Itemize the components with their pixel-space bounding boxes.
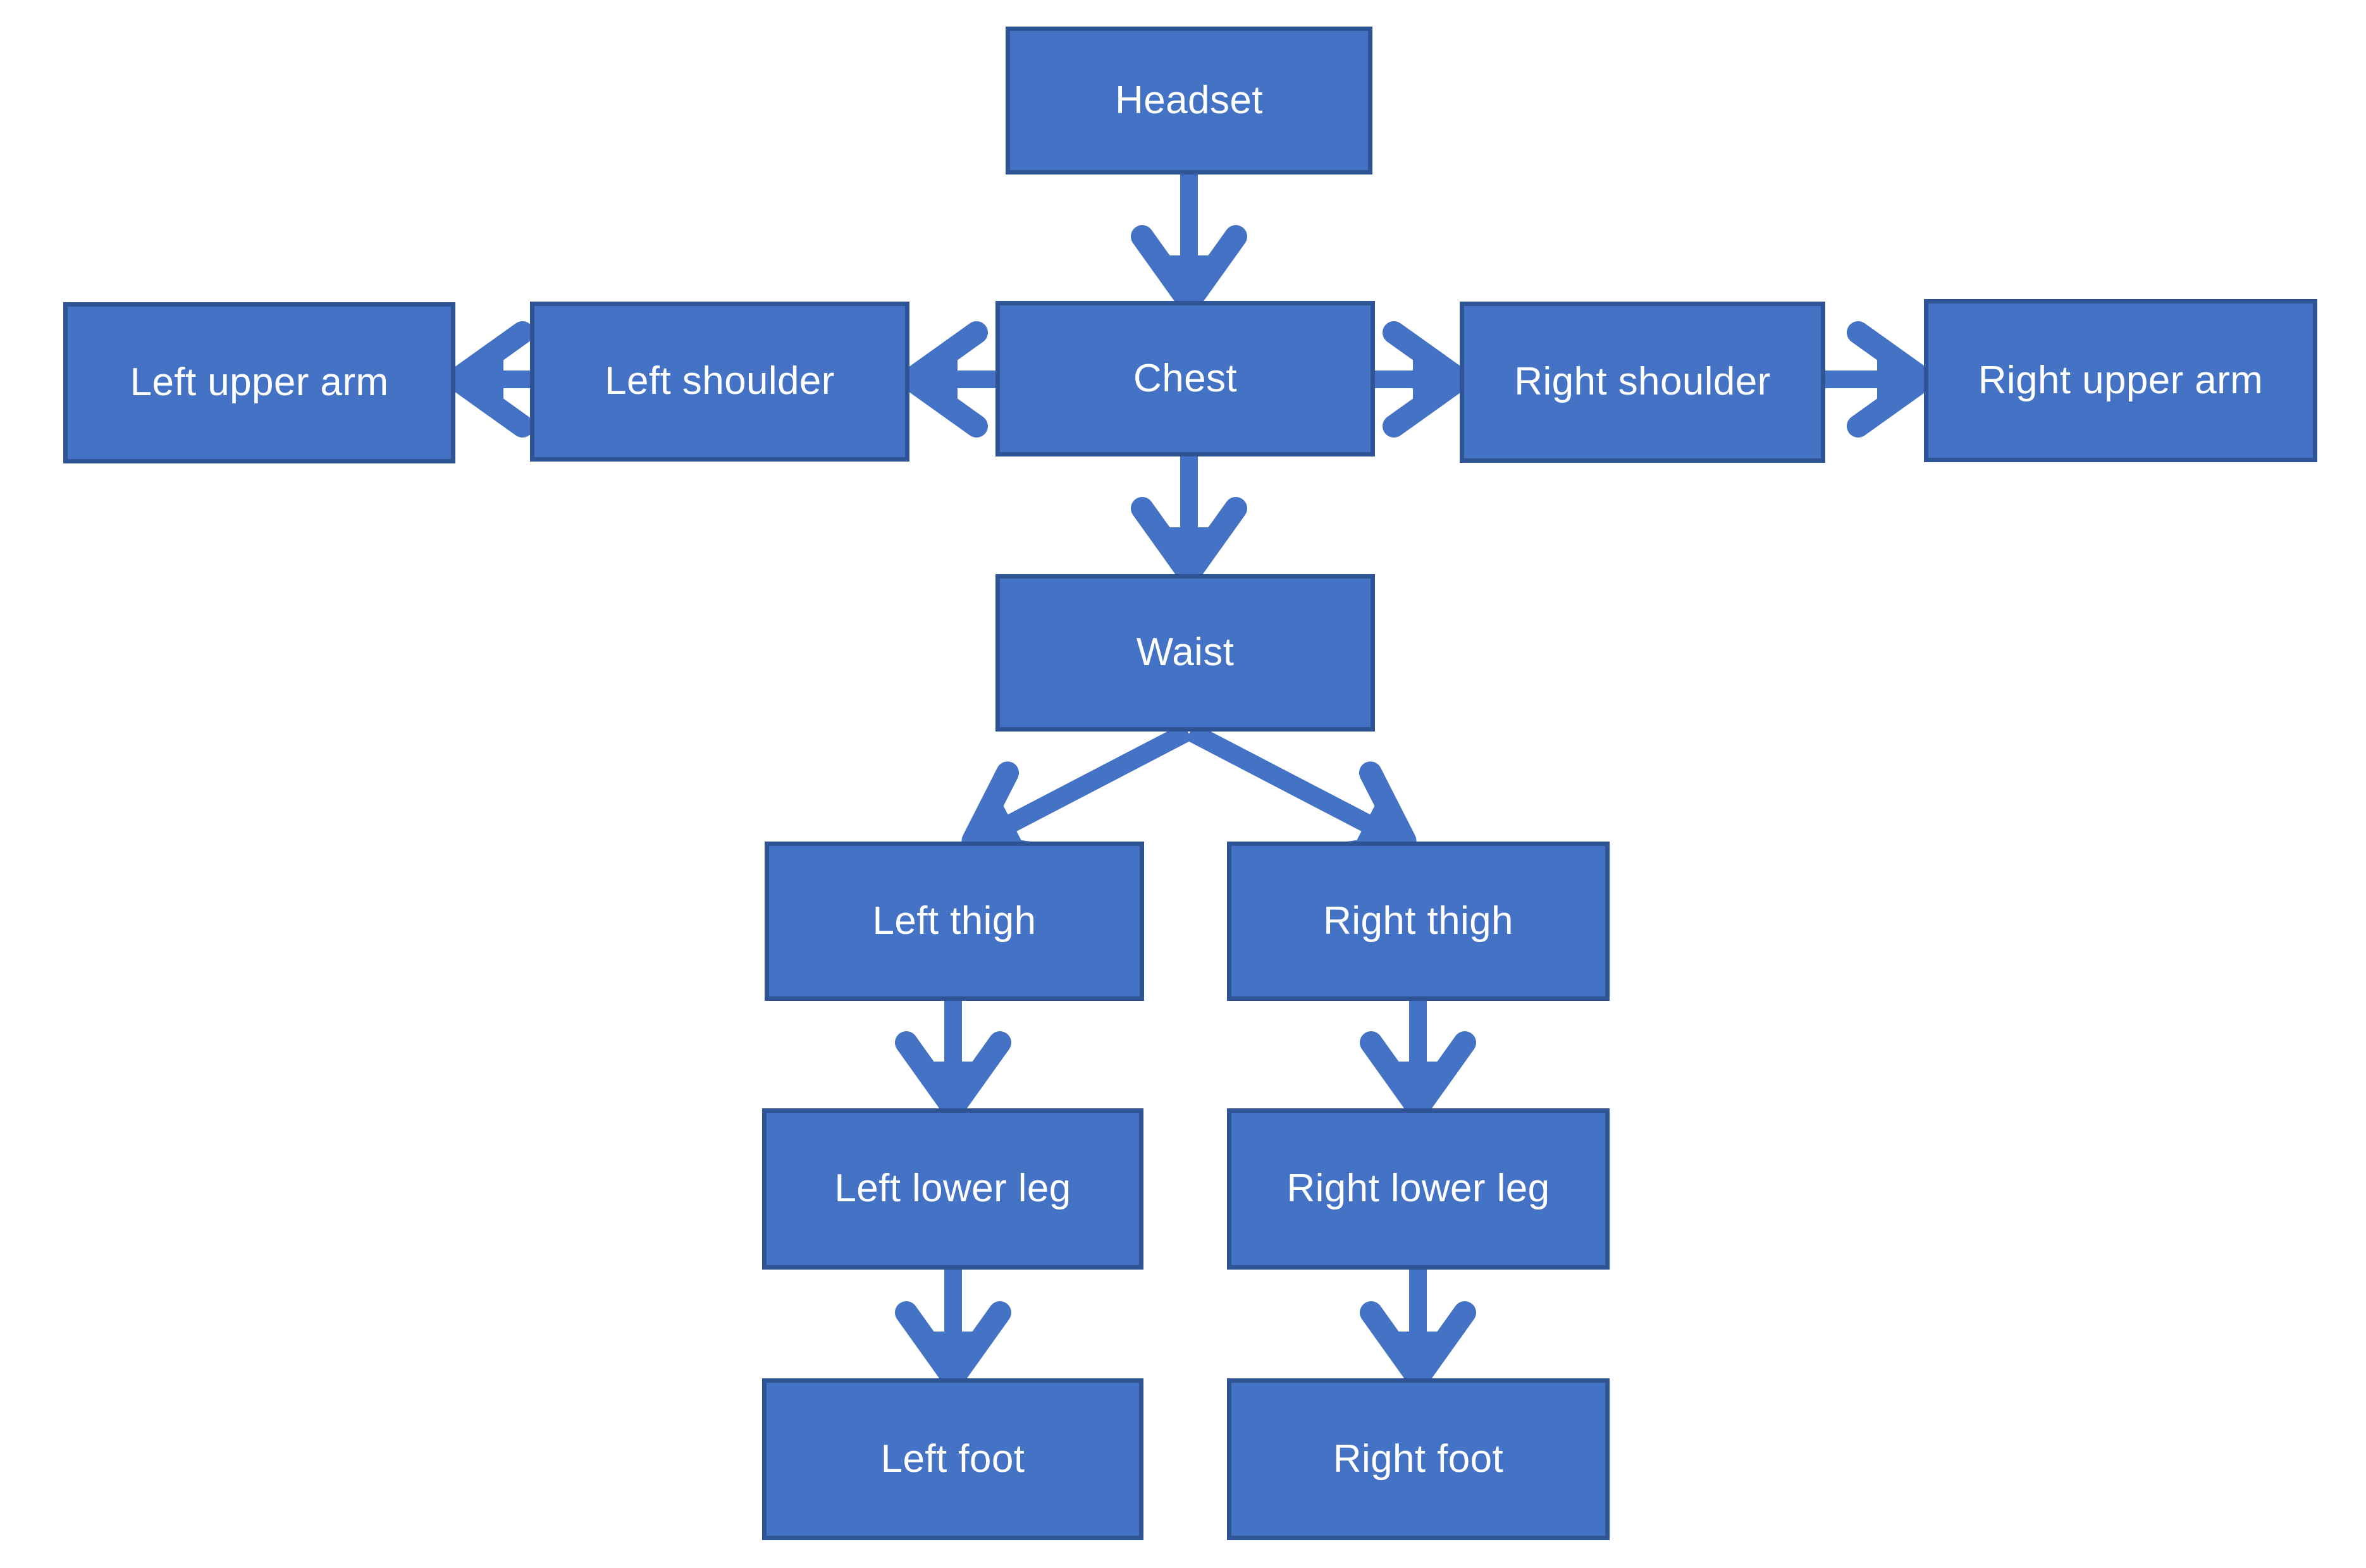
node-label: Right thigh	[1323, 898, 1513, 943]
node-label: Waist	[1136, 630, 1235, 675]
node-label: Left shoulder	[605, 359, 835, 403]
edge-chest-to-left-shoulder	[911, 333, 995, 426]
edge-chest-to-waist	[1142, 456, 1236, 574]
node-label: Right lower leg	[1286, 1167, 1550, 1211]
edge-right-shoulder-to-right-upper-arm	[1825, 333, 1924, 426]
edge-right-lower-leg-to-right-foot	[1371, 1270, 1465, 1378]
node-label: Left foot	[880, 1436, 1025, 1481]
node-label: Right upper arm	[1978, 358, 2264, 402]
node-right-lower-leg[interactable]: Right lower leg	[1227, 1108, 1610, 1270]
connector-layer	[0, 175, 2366, 1568]
node-left-lower-leg[interactable]: Left lower leg	[762, 1108, 1143, 1270]
node-headset[interactable]: Headset	[1006, 27, 1372, 175]
edge-headset-to-chest	[1142, 175, 1236, 302]
edge-chest-to-right-shoulder	[1375, 333, 1460, 426]
edge-right-thigh-to-right-lower-leg	[1371, 1001, 1465, 1108]
edge-left-shoulder-to-left-upper-arm	[457, 333, 530, 426]
node-chest[interactable]: Chest	[995, 301, 1375, 456]
node-label: Headset	[1115, 78, 1263, 122]
edge-left-lower-leg-to-left-foot	[906, 1270, 1000, 1378]
node-left-shoulder[interactable]: Left shoulder	[530, 302, 909, 462]
node-right-upper-arm[interactable]: Right upper arm	[1924, 299, 2317, 462]
node-label: Chest	[1133, 356, 1237, 400]
node-right-thigh[interactable]: Right thigh	[1227, 842, 1610, 1001]
node-waist[interactable]: Waist	[995, 574, 1375, 732]
node-label: Left thigh	[872, 898, 1037, 943]
node-right-shoulder[interactable]: Right shoulder	[1460, 302, 1825, 463]
diagram-canvas: Headset Left upper arm Left shoulder Che…	[0, 0, 2366, 1568]
node-label: Left lower leg	[834, 1167, 1071, 1211]
node-left-foot[interactable]: Left foot	[762, 1378, 1143, 1540]
node-left-upper-arm[interactable]: Left upper arm	[63, 302, 455, 463]
node-left-thigh[interactable]: Left thigh	[765, 842, 1144, 1001]
edge-left-thigh-to-left-lower-leg	[906, 1001, 1000, 1108]
node-label: Right shoulder	[1514, 360, 1771, 404]
node-right-foot[interactable]: Right foot	[1227, 1378, 1610, 1540]
node-label: Left upper arm	[130, 360, 389, 405]
node-label: Right foot	[1333, 1436, 1504, 1481]
